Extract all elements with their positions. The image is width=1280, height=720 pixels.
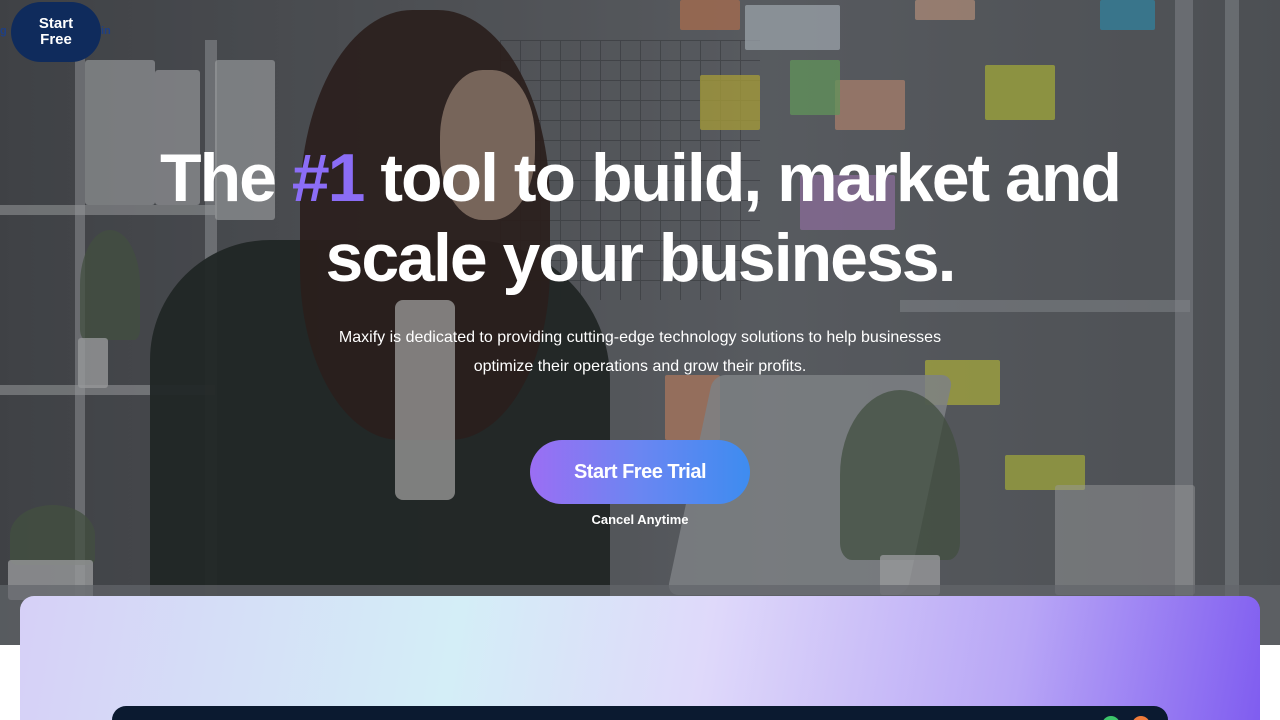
product-preview-panel bbox=[20, 596, 1260, 720]
app-preview-window bbox=[112, 706, 1168, 720]
window-dot-icon bbox=[1102, 716, 1120, 720]
subtext-line2: optimize their operations and grow their… bbox=[473, 358, 807, 375]
hero-subtext: Maxify is dedicated to providing cutting… bbox=[290, 323, 990, 381]
cancel-anytime-note: Cancel Anytime bbox=[591, 512, 689, 527]
start-free-label: Start Free bbox=[38, 15, 74, 48]
headline-line2: scale your business. bbox=[325, 220, 957, 296]
start-free-trial-button[interactable]: Start Free Trial bbox=[530, 440, 750, 504]
window-dot-icon bbox=[1132, 716, 1150, 720]
headline-accent: #1 bbox=[291, 140, 366, 216]
nav-peek-text-right[interactable]: in bbox=[101, 25, 111, 37]
nav-peek-text-left: g bbox=[0, 25, 7, 37]
hero-section: g in Start Free The #1 tool to build, ma… bbox=[0, 0, 1280, 645]
hero-headline: The #1 tool to build, market and scale y… bbox=[0, 138, 1280, 298]
start-free-button[interactable]: Start Free bbox=[11, 2, 101, 62]
subtext-line1: Maxify is dedicated to providing cutting… bbox=[338, 329, 942, 346]
headline-line1-rest: tool to build, market and bbox=[363, 140, 1122, 216]
headline-text-before: The bbox=[160, 140, 292, 216]
